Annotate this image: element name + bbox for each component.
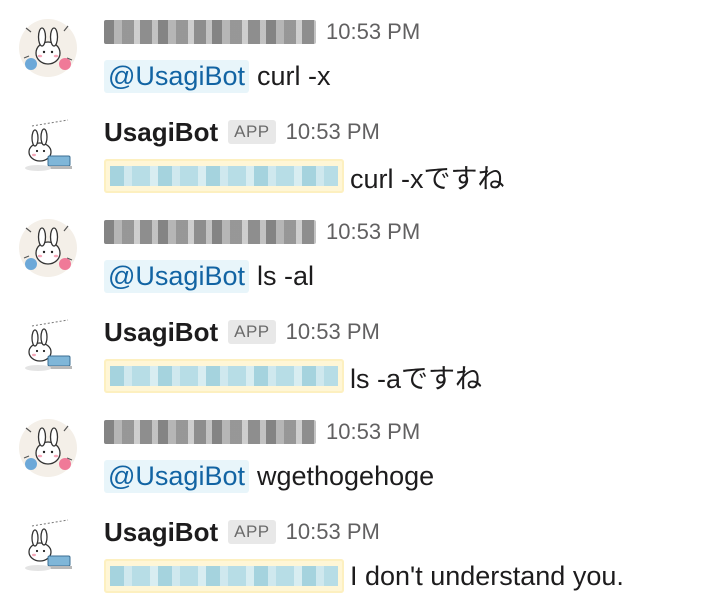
- message-text: ls -aですね: [350, 363, 483, 394]
- message-body: I don't understand you.: [104, 556, 624, 596]
- message-header: 10:53 PM: [104, 14, 420, 50]
- timestamp[interactable]: 10:53 PM: [326, 219, 420, 245]
- redacted-mention[interactable]: [104, 359, 344, 393]
- message-text: curl -xですね: [350, 163, 505, 194]
- redacted-username[interactable]: [104, 420, 316, 444]
- bunny-laptop-icon: [18, 118, 78, 178]
- message-body: @UsagiBot curl -x: [104, 56, 330, 96]
- message-header: 10:53 PM: [104, 214, 420, 250]
- message-header: 10:53 PM: [104, 414, 420, 450]
- user-avatar[interactable]: [18, 418, 78, 478]
- message-header: UsagiBot APP 10:53 PM: [104, 514, 380, 550]
- message-body: curl -xですね: [104, 156, 505, 196]
- timestamp[interactable]: 10:53 PM: [326, 19, 420, 45]
- bot-name[interactable]: UsagiBot: [104, 517, 218, 548]
- app-badge: APP: [228, 320, 276, 344]
- message-header: UsagiBot APP 10:53 PM: [104, 114, 380, 150]
- message-item: 10:53 PM @UsagiBot curl -x: [0, 0, 714, 100]
- redacted-mention[interactable]: [104, 159, 344, 193]
- mention-link[interactable]: @UsagiBot: [104, 59, 249, 93]
- bunny-cheer-icon: [19, 419, 77, 477]
- user-avatar[interactable]: [18, 18, 78, 78]
- message-text: I don't understand you.: [350, 560, 624, 591]
- message-text: ls -al: [256, 260, 314, 291]
- redacted-username[interactable]: [104, 220, 316, 244]
- message-header: UsagiBot APP 10:53 PM: [104, 314, 380, 350]
- timestamp[interactable]: 10:53 PM: [326, 419, 420, 445]
- message-body: ls -aですね: [104, 356, 482, 396]
- message-item: UsagiBot APP 10:53 PM I don't understand…: [0, 500, 714, 600]
- app-badge: APP: [228, 120, 276, 144]
- user-avatar[interactable]: [18, 218, 78, 278]
- message-item: 10:53 PM @UsagiBot ls -al: [0, 200, 714, 300]
- timestamp[interactable]: 10:53 PM: [286, 319, 380, 345]
- message-item: UsagiBot APP 10:53 PM ls -aですね: [0, 300, 714, 400]
- message-body: @UsagiBot wgethogehoge: [104, 456, 434, 496]
- message-body: @UsagiBot ls -al: [104, 256, 314, 296]
- mention-link[interactable]: @UsagiBot: [104, 459, 249, 493]
- timestamp[interactable]: 10:53 PM: [286, 519, 380, 545]
- app-badge: APP: [228, 520, 276, 544]
- redacted-mention[interactable]: [104, 559, 344, 593]
- redacted-username[interactable]: [104, 20, 316, 44]
- bunny-laptop-icon: [18, 518, 78, 578]
- mention-link[interactable]: @UsagiBot: [104, 259, 249, 293]
- message-text: curl -x: [256, 60, 331, 91]
- bunny-laptop-icon: [18, 318, 78, 378]
- bot-avatar[interactable]: [18, 118, 78, 178]
- bot-name[interactable]: UsagiBot: [104, 117, 218, 148]
- bot-avatar[interactable]: [18, 518, 78, 578]
- bot-avatar[interactable]: [18, 318, 78, 378]
- timestamp[interactable]: 10:53 PM: [286, 119, 380, 145]
- message-item: 10:53 PM @UsagiBot wgethogehoge: [0, 400, 714, 500]
- bunny-cheer-icon: [19, 19, 77, 77]
- bot-name[interactable]: UsagiBot: [104, 317, 218, 348]
- bunny-cheer-icon: [19, 219, 77, 277]
- message-text: wgethogehoge: [256, 460, 435, 491]
- message-item: UsagiBot APP 10:53 PM curl -xですね: [0, 100, 714, 200]
